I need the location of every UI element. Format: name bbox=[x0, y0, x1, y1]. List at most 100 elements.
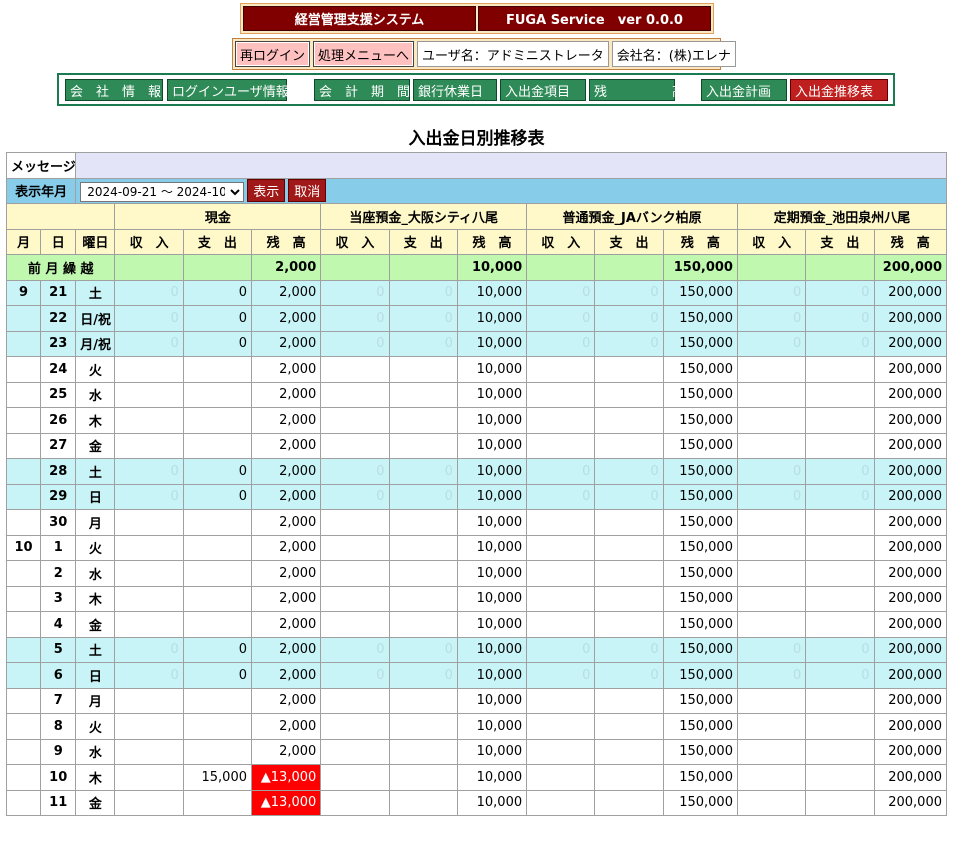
cancel-button[interactable]: 取消 bbox=[288, 179, 327, 203]
table-row: 30 月 2,000 10,000 150,000 200,000 bbox=[5, 509, 948, 536]
period-label: 表示年月 bbox=[5, 177, 77, 204]
cash-income-cell: 0 bbox=[114, 662, 184, 689]
weekday-cell: 日/祝 bbox=[75, 305, 116, 332]
time-deposit-expense-cell bbox=[805, 407, 875, 434]
time-deposit-expense-cell bbox=[805, 764, 875, 791]
savings-income-cell bbox=[526, 432, 596, 459]
month-cell bbox=[5, 611, 42, 638]
time-deposit-income-cell bbox=[736, 687, 807, 714]
time-deposit-expense-cell bbox=[805, 789, 875, 816]
time-deposit-expense-cell bbox=[805, 509, 875, 536]
col-expense: 支 出 bbox=[388, 228, 458, 255]
cash-income-cell bbox=[114, 560, 184, 587]
day-cell: 22 bbox=[40, 305, 77, 332]
time-deposit-expense-cell bbox=[805, 687, 875, 714]
account-header-cash: 現金 bbox=[114, 203, 322, 230]
checking-expense-cell: 0 bbox=[388, 483, 458, 510]
time-deposit-expense-cell bbox=[805, 534, 875, 561]
checking-income-cell bbox=[320, 764, 390, 791]
time-deposit-balance-cell: 200,000 bbox=[873, 458, 948, 485]
day-cell: 23 bbox=[40, 330, 77, 357]
day-cell: 26 bbox=[40, 407, 77, 434]
weekday-cell: 水 bbox=[75, 738, 116, 765]
nav-balance[interactable]: 残 高 bbox=[589, 79, 685, 101]
day-cell: 30 bbox=[40, 509, 77, 536]
nav-cashflow-plan[interactable]: 入出金計画 bbox=[701, 79, 787, 101]
company-name: 会社名：(株)エレナ bbox=[611, 41, 736, 67]
savings-balance-cell: 150,000 bbox=[662, 789, 738, 816]
cash-balance-cell: 2,000 bbox=[250, 611, 322, 638]
time-deposit-balance-cell: 200,000 bbox=[873, 611, 948, 638]
cash-balance-cell: 2,000 bbox=[250, 356, 322, 383]
cash-expense-cell bbox=[182, 356, 253, 383]
checking-expense-cell bbox=[388, 381, 458, 408]
savings-income-cell: 0 bbox=[526, 458, 596, 485]
month-cell bbox=[5, 381, 42, 408]
checking-balance-cell: 10,000 bbox=[456, 764, 528, 791]
nav-cashflow-trend[interactable]: 入出金推移表 bbox=[790, 79, 888, 101]
time-deposit-balance-cell: 200,000 bbox=[873, 636, 948, 663]
savings-expense-cell: 0 bbox=[594, 483, 664, 510]
savings-expense-cell bbox=[594, 687, 664, 714]
month-cell bbox=[5, 330, 42, 357]
nav-fiscal-period[interactable]: 会 計 期 間 bbox=[314, 79, 410, 101]
time-deposit-income-cell bbox=[736, 509, 807, 536]
checking-income-cell bbox=[320, 713, 390, 740]
month-cell bbox=[5, 407, 42, 434]
time-deposit-balance-cell: 200,000 bbox=[873, 585, 948, 612]
time-deposit-income-cell bbox=[736, 381, 807, 408]
cash-expense-cell: 0 bbox=[182, 662, 253, 689]
cash-income-cell bbox=[114, 713, 184, 740]
time-deposit-income-cell: 0 bbox=[736, 330, 807, 357]
nav-login-users[interactable]: ログインユーザ情報 bbox=[167, 79, 289, 101]
savings-expense-cell: 0 bbox=[594, 458, 664, 485]
cash-expense-cell bbox=[182, 713, 253, 740]
col-income: 収 入 bbox=[736, 228, 807, 255]
month-cell bbox=[5, 458, 42, 485]
cash-expense-cell: 0 bbox=[182, 305, 253, 332]
cash-income-cell: 0 bbox=[114, 330, 184, 357]
day-cell: 10 bbox=[40, 764, 77, 791]
table-row: 7 月 2,000 10,000 150,000 200,000 bbox=[5, 687, 948, 714]
time-deposit-balance-cell: 200,000 bbox=[873, 687, 948, 714]
checking-balance-cell: 10,000 bbox=[456, 611, 528, 638]
weekday-cell: 月 bbox=[75, 509, 116, 536]
table-row: 26 木 2,000 10,000 150,000 200,000 bbox=[5, 407, 948, 434]
savings-balance-cell: 150,000 bbox=[662, 687, 738, 714]
time-deposit-expense-cell bbox=[805, 585, 875, 612]
month-cell bbox=[5, 305, 42, 332]
month-cell bbox=[5, 636, 42, 663]
savings-balance-cell: 150,000 bbox=[662, 534, 738, 561]
cash-income-cell: 0 bbox=[114, 458, 184, 485]
checking-balance-cell: 10,000 bbox=[456, 407, 528, 434]
time-deposit-income-cell bbox=[736, 764, 807, 791]
process-menu-button[interactable]: 処理メニューへ bbox=[313, 41, 415, 67]
nav-company-info[interactable]: 会 社 情 報 bbox=[65, 79, 163, 101]
daily-trend-table: メッセージ 表示年月 2024-09-21 ～ 2024-10-20 表示 取消 … bbox=[5, 152, 948, 816]
period-select[interactable]: 2024-09-21 ～ 2024-10-20 bbox=[80, 182, 245, 203]
show-button[interactable]: 表示 bbox=[247, 179, 286, 203]
day-cell: 8 bbox=[40, 713, 77, 740]
system-header: 経営管理支援システム FUGA Service ver 0.0.0 bbox=[240, 3, 714, 34]
time-deposit-expense-cell: 0 bbox=[805, 662, 875, 689]
cash-income-cell: 0 bbox=[114, 279, 184, 306]
relogin-button[interactable]: 再ログイン bbox=[235, 41, 311, 67]
cash-balance-cell: 2,000 bbox=[250, 279, 322, 306]
checking-income-cell: 0 bbox=[320, 330, 390, 357]
nav-bank-holidays[interactable]: 銀行休業日 bbox=[413, 79, 497, 101]
cash-expense-cell: 0 bbox=[182, 483, 253, 510]
weekday-cell: 火 bbox=[75, 356, 116, 383]
checking-expense-cell bbox=[388, 687, 458, 714]
cash-expense-cell bbox=[182, 432, 253, 459]
day-cell: 29 bbox=[40, 483, 77, 510]
checking-income-cell: 0 bbox=[320, 483, 390, 510]
user-bar: 再ログイン 処理メニューへ ユーザ名：アドミニストレータ 会社名：(株)エレナ bbox=[232, 38, 736, 70]
nav-cashflow-items[interactable]: 入出金項目 bbox=[500, 79, 586, 101]
day-cell: 28 bbox=[40, 458, 77, 485]
cash-income-cell bbox=[114, 611, 184, 638]
checking-balance-cell: 10,000 bbox=[456, 534, 528, 561]
checking-income-cell bbox=[320, 407, 390, 434]
checking-expense-cell: 0 bbox=[388, 279, 458, 306]
cash-income-cell bbox=[114, 687, 184, 714]
weekday-cell: 土 bbox=[75, 636, 116, 663]
